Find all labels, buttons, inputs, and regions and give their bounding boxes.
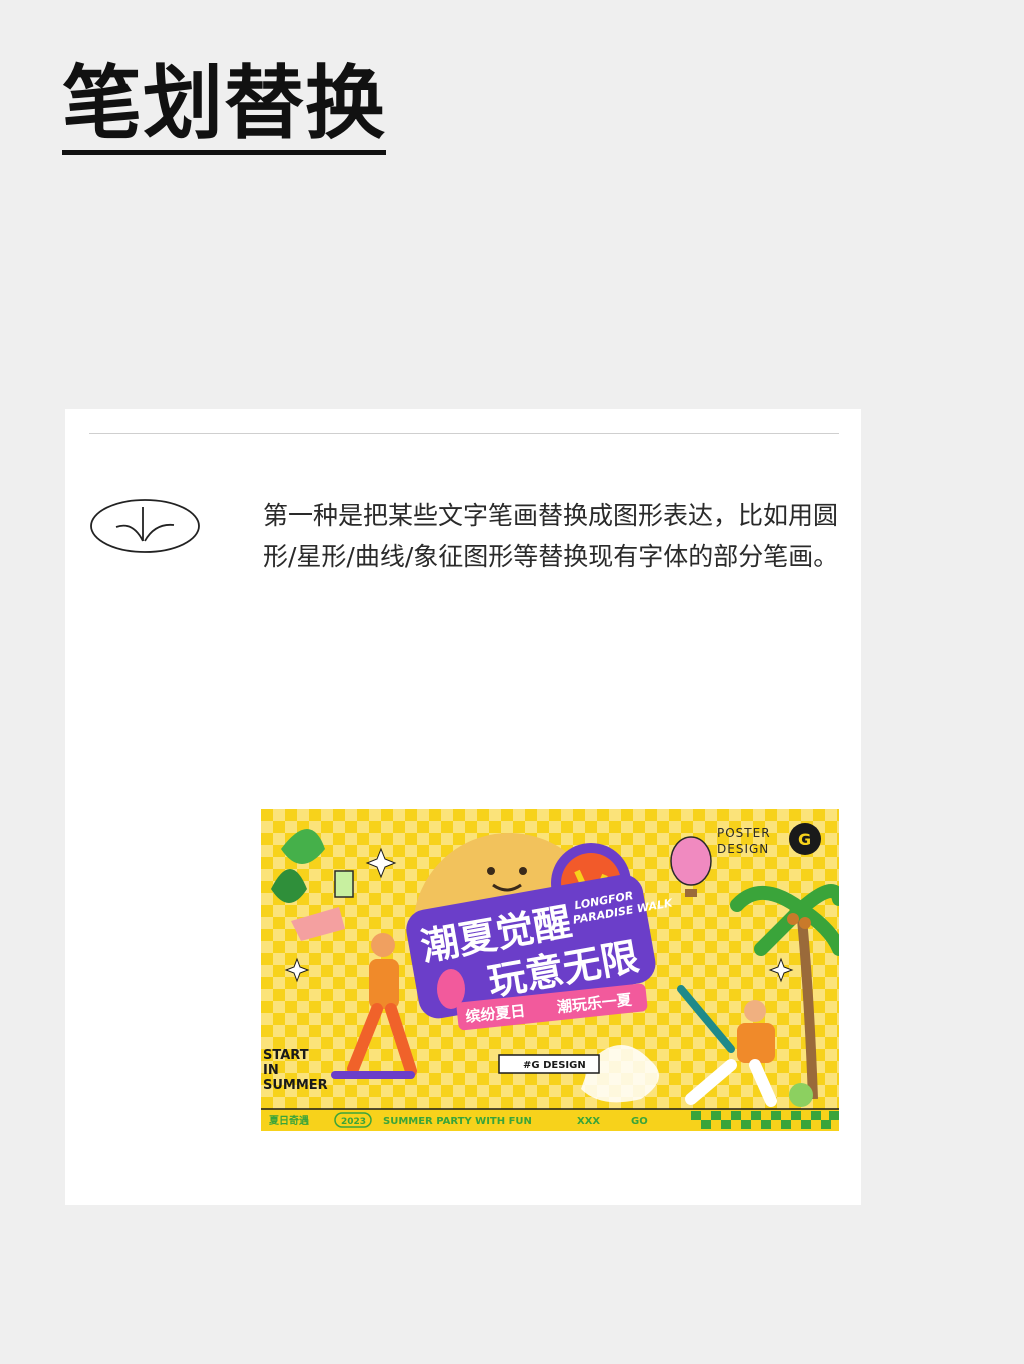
- poster-footer-badge: 2023: [341, 1117, 366, 1127]
- poster-image: 潮夏觉醒 玩意无限 LONGFOR PARADISE WALK 缤纷夏日 潮玩乐…: [261, 809, 839, 1131]
- poster-brand-logo: G: [798, 830, 811, 849]
- poster-footer-left: 夏日奇遇: [268, 1114, 309, 1127]
- poster-tag: #G DESIGN: [523, 1060, 586, 1071]
- poster-footer-go: GO: [631, 1116, 648, 1127]
- poster-footer-center: SUMMER PARTY WITH FUN: [383, 1116, 532, 1127]
- page-title: 笔划替换: [62, 58, 386, 155]
- poster-brand-2: DESIGN: [717, 842, 769, 856]
- card-divider: [89, 433, 839, 434]
- poster-start-3: SUMMER: [263, 1078, 328, 1093]
- description-text: 第一种是把某些文字笔画替换成图形表达，比如用圆形/星形/曲线/象征图形等替换现有…: [263, 501, 839, 571]
- poster-footer-xxx: XXX: [577, 1116, 600, 1127]
- poster-brand-1: POSTER: [717, 826, 771, 840]
- poster-start-1: START: [263, 1048, 309, 1063]
- poster-start-2: IN: [263, 1063, 279, 1078]
- content-card: 第一种是把某些文字笔画替换成图形表达，比如用圆形/星形/曲线/象征图形等替换现有…: [65, 409, 861, 1205]
- stroke-replacement-icon: [90, 499, 200, 553]
